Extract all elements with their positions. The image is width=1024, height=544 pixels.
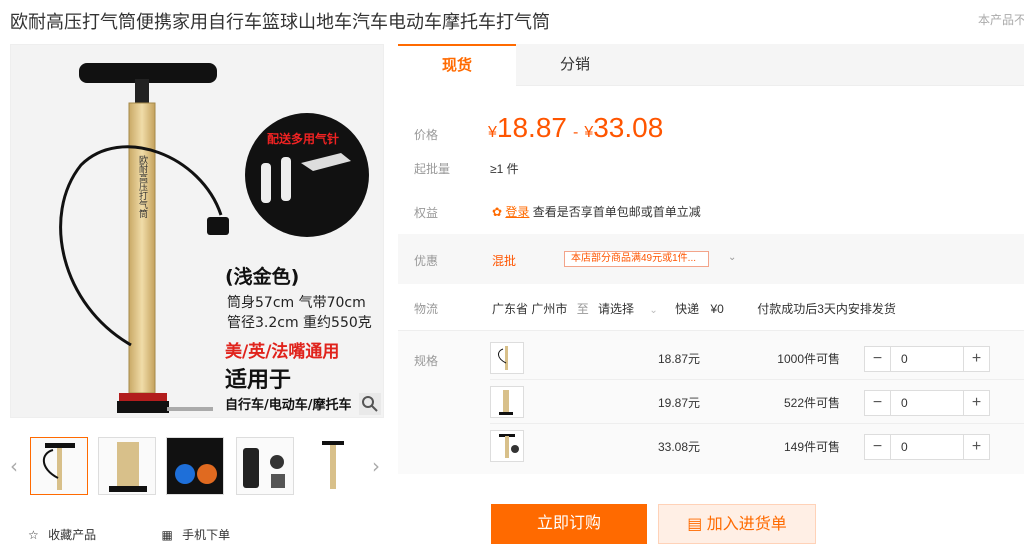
svg-text:美/英/法嘴通用: 美/英/法嘴通用 <box>225 341 339 362</box>
promotions-label: 优惠 <box>414 254 439 268</box>
chevron-left-icon[interactable]: ‹ <box>10 454 18 478</box>
promotion-tag[interactable]: 本店部分商品满49元或1件... <box>564 251 710 267</box>
bottom-actions: ☆ 收藏产品 ▦ 手机下单 <box>28 526 230 543</box>
quantity-input[interactable]: 0 <box>901 396 908 410</box>
chevron-down-icon[interactable]: ⌄ <box>728 252 736 263</box>
product-title: 欧耐高压打气筒便携家用自行车篮球山地车汽车电动车摩托车打气筒 <box>10 12 550 32</box>
sku-row: 19.87元 522件可售 − 0 + <box>490 380 1024 424</box>
increment-button[interactable]: + <box>963 347 989 371</box>
svg-text:管径3.2cm 重约550克: 管径3.2cm 重约550克 <box>227 315 372 331</box>
shipping-fee: ¥0 <box>710 302 724 316</box>
offer-tabs: 现货 分销 <box>398 44 1024 86</box>
logistics-label: 物流 <box>414 302 439 316</box>
price-high: 33.08 <box>593 112 664 143</box>
svg-text:(浅金色): (浅金色) <box>225 265 299 288</box>
pump-illustration: 欧耐高压打气筒 配送多用气针 (浅金色) 筒身57cm 气带70cm 管径3.2… <box>59 63 372 413</box>
tab-spot[interactable]: 现货 <box>398 44 516 86</box>
logistics-row: 广东省 广州市 至 请选择 ⌄ 快递 ¥0 付款成功后3天内安排发货 <box>492 300 896 317</box>
svg-text:欧耐高压打气筒: 欧耐高压打气筒 <box>137 154 148 219</box>
dispatch-info: 付款成功后3天内安排发货 <box>757 302 896 316</box>
sku-price: 18.87元 <box>657 352 700 366</box>
thumbnail-4[interactable] <box>236 437 294 495</box>
zoom-icon[interactable] <box>359 393 381 415</box>
sku-stock: 149件可售 <box>783 440 840 454</box>
promotion-type: 混批 <box>492 254 517 268</box>
sku-row: 18.87元 1000件可售 − 0 + <box>490 336 1024 380</box>
favorite-link[interactable]: 收藏产品 <box>48 526 96 543</box>
moq-value: ≥1 件 <box>490 162 519 176</box>
svg-text:筒身57cm 气带70cm: 筒身57cm 气带70cm <box>227 294 366 311</box>
ship-from: 广东省 广州市 <box>492 302 568 316</box>
price-label: 价格 <box>414 128 439 142</box>
thumbnail-1[interactable] <box>30 437 88 495</box>
chevron-right-icon[interactable]: › <box>372 454 380 478</box>
benefits-label: 权益 <box>414 206 439 220</box>
ship-to-word: 至 <box>576 302 589 316</box>
star-icon[interactable]: ☆ <box>28 528 39 542</box>
sku-stock: 1000件可售 <box>777 352 840 366</box>
main-product-image[interactable]: 欧耐高压打气筒 配送多用气针 (浅金色) 筒身57cm 气带70cm 管径3.2… <box>10 44 384 418</box>
thumbnail-5[interactable] <box>304 437 362 495</box>
thumbnail-2[interactable] <box>98 437 156 495</box>
benefits-text: 查看是否享首单包邮或首单立减 <box>532 205 701 219</box>
sku-thumbnail[interactable] <box>490 342 524 374</box>
decrement-button[interactable]: − <box>865 347 891 371</box>
svg-text:自行车/电动车/摩托车: 自行车/电动车/摩托车 <box>225 397 352 413</box>
add-to-cart-label: 加入进货单 <box>706 516 787 533</box>
sku-thumbnail[interactable] <box>490 386 524 418</box>
buy-now-button[interactable]: 立即订购 <box>491 504 647 544</box>
destination-chevron-icon[interactable]: ⌄ <box>649 305 657 316</box>
sku-price: 33.08元 <box>657 440 700 454</box>
gift-icon: ✿ <box>492 205 503 219</box>
increment-button[interactable]: + <box>963 391 989 415</box>
price-low: 18.87 <box>496 112 567 143</box>
sku-price: 19.87元 <box>657 396 700 410</box>
tab-distribution[interactable]: 分销 <box>516 44 634 86</box>
increment-button[interactable]: + <box>963 435 989 459</box>
decrement-button[interactable]: − <box>865 391 891 415</box>
clipboard-icon: ▤ <box>687 514 703 533</box>
quantity-stepper: − 0 + <box>864 434 990 460</box>
login-link[interactable]: 登录 <box>505 205 529 219</box>
mobile-order-link[interactable]: 手机下单 <box>182 526 230 543</box>
spec-label: 规格 <box>414 354 439 368</box>
qr-code-icon[interactable]: ▦ <box>161 528 172 542</box>
svg-text:适用于: 适用于 <box>225 368 291 393</box>
quantity-input[interactable]: 0 <box>901 352 908 366</box>
product-notice: 本产品不 <box>978 13 1024 27</box>
express-label: 快递 <box>675 302 700 316</box>
quantity-input[interactable]: 0 <box>901 440 908 454</box>
destination-select[interactable]: 请选择 <box>598 302 634 316</box>
moq-label: 起批量 <box>414 162 451 176</box>
thumbnail-3[interactable] <box>166 437 224 495</box>
decrement-button[interactable]: − <box>865 435 891 459</box>
sku-thumbnail[interactable] <box>490 430 524 462</box>
quantity-stepper: − 0 + <box>864 346 990 372</box>
benefits-row: ✿ 登录 查看是否享首单包邮或首单立减 <box>492 203 701 220</box>
thumbnail-strip: ‹ › <box>0 432 400 502</box>
sku-stock: 522件可售 <box>783 396 840 410</box>
quantity-stepper: − 0 + <box>864 390 990 416</box>
price-range: ¥18.87- ¥33.08 <box>488 112 664 143</box>
svg-text:配送多用气针: 配送多用气针 <box>267 131 339 146</box>
sku-row: 33.08元 149件可售 − 0 + <box>490 424 1024 468</box>
add-to-cart-button[interactable]: ▤ 加入进货单 <box>658 504 816 544</box>
